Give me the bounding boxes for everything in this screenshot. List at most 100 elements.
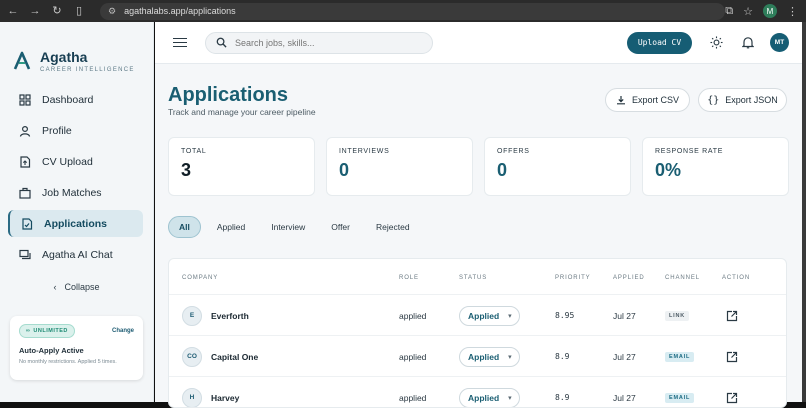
stat-label: RESPONSE RATE — [655, 148, 724, 155]
filter-applied[interactable]: Applied — [207, 216, 255, 238]
reload-icon[interactable]: ↻ — [50, 4, 64, 18]
stat-label: TOTAL — [181, 148, 207, 155]
role-cell: applied — [399, 392, 427, 403]
menu-toggle-icon[interactable] — [173, 35, 187, 50]
brand-tagline: CAREER INTELLIGENCE — [40, 67, 135, 73]
export-json-button[interactable]: {} Export JSON — [698, 88, 787, 112]
action-cell — [724, 336, 740, 377]
sidebar-toggle-icon[interactable]: ▯ — [72, 4, 86, 18]
change-plan-link[interactable]: Change — [112, 328, 134, 334]
url-text: agathalabs.app/applications — [124, 6, 236, 16]
status-value: Applied — [468, 351, 500, 362]
notifications-bell-icon[interactable] — [740, 35, 756, 51]
user-icon — [18, 124, 32, 138]
open-external-icon[interactable] — [724, 349, 740, 365]
company-cell: E Everforth — [182, 295, 249, 336]
channel-cell: EMAIL — [665, 377, 695, 407]
export-csv-button[interactable]: Export CSV — [605, 88, 690, 112]
sidebar-item-profile[interactable]: Profile — [8, 117, 143, 144]
browser-toolbar: ← → ↻ ▯ ⚙ agathalabs.app/applications ⧉ … — [0, 0, 806, 22]
company-name: Everforth — [211, 310, 249, 321]
table-row[interactable]: E Everforth applied Applied ▾ 8.95 Jul 2… — [169, 294, 786, 335]
column-header-role: ROLE — [399, 275, 419, 281]
stat-total: TOTAL 3 — [168, 137, 315, 196]
search-icon — [216, 37, 227, 48]
sidebar-item-job-matches[interactable]: Job Matches — [8, 179, 143, 206]
unlimited-badge-label: UNLIMITED — [33, 328, 68, 334]
applied-date-cell: Jul 27 — [613, 351, 636, 362]
stat-value: 0% — [655, 160, 682, 180]
stat-offers: OFFERS 0 — [484, 137, 631, 196]
status-select[interactable]: Applied ▾ — [459, 305, 520, 326]
sidebar-item-label: Applications — [44, 217, 108, 230]
filter-interview[interactable]: Interview — [261, 216, 315, 238]
filter-rejected[interactable]: Rejected — [366, 216, 420, 238]
company-cell: CO Capital One — [182, 336, 258, 377]
status-value: Applied — [468, 310, 500, 321]
column-header-company: COMPANY — [182, 275, 219, 281]
stat-response-rate: RESPONSE RATE 0% — [642, 137, 789, 196]
search-input[interactable] — [235, 37, 415, 48]
forward-icon[interactable]: → — [28, 4, 42, 18]
install-app-icon[interactable]: ⧉ — [725, 5, 733, 18]
top-bar: Upload CV MT — [155, 22, 802, 64]
status-select[interactable]: Applied ▾ — [459, 346, 520, 367]
table-row[interactable]: CO Capital One applied Applied ▾ 8.9 Jul… — [169, 335, 786, 376]
browser-profile-avatar[interactable]: M — [763, 4, 777, 18]
open-external-icon[interactable] — [724, 390, 740, 406]
browser-menu-icon[interactable]: ⋮ — [787, 5, 798, 18]
filter-all[interactable]: All — [168, 216, 201, 238]
role-cell: applied — [399, 310, 427, 321]
address-bar[interactable]: ⚙ agathalabs.app/applications — [100, 2, 726, 20]
stat-value: 0 — [497, 160, 508, 180]
sidebar-item-label: CV Upload — [42, 155, 93, 168]
search-box[interactable] — [205, 31, 433, 54]
status-select[interactable]: Applied ▾ — [459, 387, 520, 407]
company-avatar: CO — [182, 346, 202, 367]
code-braces-icon: {} — [707, 94, 720, 106]
column-header-status: STATUS — [459, 275, 488, 281]
sidebar-item-applications[interactable]: Applications — [8, 210, 143, 237]
company-avatar: H — [182, 387, 202, 407]
open-external-icon[interactable] — [724, 308, 740, 324]
status-cell: Applied ▾ — [459, 336, 520, 377]
table-row[interactable]: H Harvey applied Applied ▾ 8.9 Jul 27 EM… — [169, 376, 786, 407]
channel-cell: EMAIL — [665, 336, 695, 377]
filter-offer[interactable]: Offer — [321, 216, 360, 238]
sidebar-item-label: Job Matches — [42, 186, 102, 199]
chevron-down-icon: ▾ — [508, 353, 512, 361]
back-icon[interactable]: ← — [6, 4, 20, 18]
sidebar-item-agatha-ai-chat[interactable]: Agatha AI Chat — [8, 241, 143, 268]
priority-cell: 8.9 — [555, 352, 570, 361]
company-avatar: E — [182, 305, 202, 326]
channel-badge: EMAIL — [665, 392, 695, 403]
sidebar-item-dashboard[interactable]: Dashboard — [8, 86, 143, 113]
export-csv-label: Export CSV — [631, 95, 680, 105]
bookmark-star-icon[interactable]: ☆ — [743, 5, 753, 18]
status-filter-tabs: All Applied Interview Offer Rejected — [168, 216, 420, 238]
agatha-logo-icon — [13, 51, 31, 70]
grid-icon — [18, 93, 32, 107]
status-cell: Applied ▾ — [459, 377, 520, 407]
role-cell: applied — [399, 351, 427, 362]
applications-table: COMPANY ROLE STATUS PRIORITY APPLIED CHA… — [168, 258, 787, 408]
collapse-button[interactable]: ‹ Collapse — [0, 282, 153, 292]
action-cell — [724, 295, 740, 336]
column-header-applied: APPLIED — [613, 275, 645, 281]
user-avatar[interactable]: MT — [770, 33, 789, 52]
site-settings-icon[interactable]: ⚙ — [108, 6, 116, 17]
export-json-label: Export JSON — [725, 95, 778, 105]
channel-badge: EMAIL — [665, 351, 695, 362]
upload-cv-button[interactable]: Upload CV — [627, 31, 692, 54]
channel-cell: LINK — [665, 295, 690, 336]
sidebar-item-cv-upload[interactable]: CV Upload — [8, 148, 143, 175]
stat-value: 3 — [181, 160, 192, 180]
brand-name: Agatha — [40, 49, 88, 65]
column-header-action: ACTION — [722, 275, 751, 281]
theme-toggle-sun-icon[interactable] — [708, 35, 724, 51]
status-cell: Applied ▾ — [459, 295, 520, 336]
brand[interactable]: Agatha CAREER INTELLIGENCE — [0, 22, 153, 82]
document-check-icon — [20, 217, 34, 231]
column-header-channel: CHANNEL — [665, 275, 700, 281]
window-scrollbar[interactable] — [802, 22, 806, 402]
